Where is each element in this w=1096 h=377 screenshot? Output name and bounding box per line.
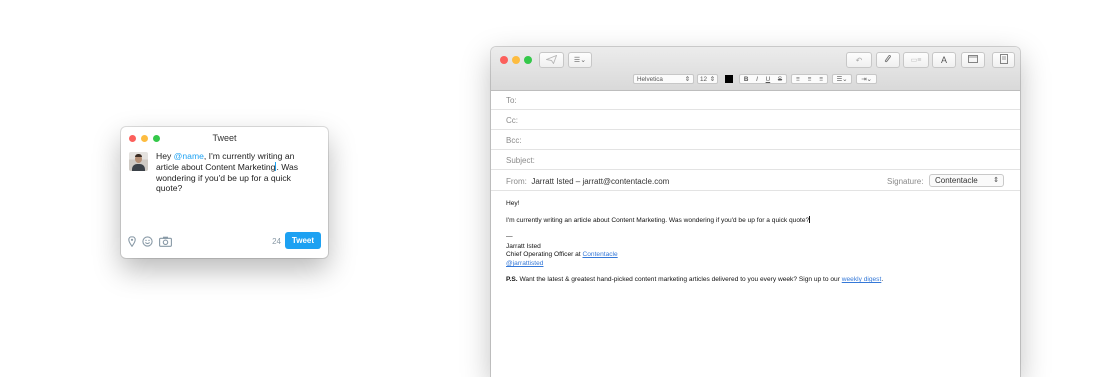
ps-line: P.S. Want the latest & greatest hand-pic… <box>506 276 884 283</box>
align-left-icon[interactable]: ≡ <box>796 76 800 83</box>
mail-compose-window: ☰⌄ ↶ ▭≡ A Helvetica ⇕ 12 ⇕ B I U S ≡ ≡ ≡… <box>491 47 1020 377</box>
photo-browser-button[interactable] <box>961 52 985 68</box>
close-button[interactable] <box>500 56 508 64</box>
from-label: From: Jarratt Isted – jarratt@contentacl… <box>506 177 670 186</box>
emoji-icon[interactable] <box>142 236 153 247</box>
signature-dash: — <box>506 233 513 240</box>
select-arrows-icon: ⇕ <box>709 75 715 83</box>
signature-select[interactable]: Contentacle ⇕ <box>929 174 1004 187</box>
window-icon <box>968 55 978 65</box>
select-arrows-icon: ⇕ <box>993 177 999 184</box>
list-chevron-icon: ☰⌄ <box>573 57 587 64</box>
document-icon <box>999 54 1008 66</box>
tweet-text-start: Hey <box>156 151 174 161</box>
greeting: Hey! <box>506 200 520 207</box>
to-field[interactable]: To: <box>491 90 1020 110</box>
to-label: To: <box>506 96 517 105</box>
color-swatch-icon <box>725 75 733 83</box>
indent-button[interactable]: ⇥⌄ <box>856 74 877 84</box>
align-right-icon[interactable]: ≡ <box>819 76 823 83</box>
select-arrows-icon: ⇕ <box>684 75 690 83</box>
show-format-bar-button[interactable]: ▭≡ <box>903 52 929 68</box>
font-size-select[interactable]: 12 ⇕ <box>697 74 718 84</box>
signature-role: Chief Operating Officer at Contentacle <box>506 251 618 258</box>
mail-toolbar: ☰⌄ ↶ ▭≡ A Helvetica ⇕ 12 ⇕ B I U S ≡ ≡ ≡… <box>491 47 1020 91</box>
minimize-button[interactable] <box>512 56 520 64</box>
list-button[interactable]: ☰⌄ <box>832 74 852 84</box>
signature-label: Signature: <box>887 177 924 186</box>
window-title: Tweet <box>212 133 237 143</box>
character-count: 24 <box>272 237 281 246</box>
font-family-select[interactable]: Helvetica ⇕ <box>633 74 694 84</box>
font-button[interactable]: A <box>932 52 956 68</box>
font-a-icon: A <box>940 55 947 65</box>
list-chevron-icon: ☰⌄ <box>836 75 848 83</box>
send-button[interactable] <box>539 52 564 68</box>
align-center-icon[interactable]: ≡ <box>808 76 812 83</box>
format-icon: ▭≡ <box>910 57 922 64</box>
attach-button[interactable] <box>876 52 900 68</box>
strikethrough-button[interactable]: S <box>778 76 782 83</box>
bold-button[interactable]: B <box>744 76 749 83</box>
italic-button[interactable]: I <box>756 76 758 83</box>
subject-field[interactable]: Subject: <box>491 150 1020 170</box>
tweet-tools <box>128 236 172 247</box>
from-value[interactable]: Jarratt Isted – jarratt@contentacle.com <box>531 177 669 186</box>
text-color-well[interactable] <box>724 74 734 84</box>
avatar <box>129 152 148 171</box>
tweet-button[interactable]: Tweet <box>284 232 321 249</box>
bcc-label: Bcc: <box>506 136 522 145</box>
subject-label: Subject: <box>506 156 535 165</box>
mention: @name <box>173 151 204 161</box>
weekly-digest-link[interactable]: weekly digest <box>842 276 882 283</box>
text-cursor <box>809 216 811 223</box>
signature-name: Jarratt Isted <box>506 243 541 250</box>
tweet-compose-field[interactable]: Hey @name, I'm currently writing an arti… <box>156 151 316 194</box>
bcc-field[interactable]: Bcc: <box>491 130 1020 150</box>
font-family-value: Helvetica <box>637 75 663 83</box>
body-line: I'm currently writing an article about C… <box>506 216 811 224</box>
tweet-window: Tweet Hey @name, I'm currently writing a… <box>121 127 328 258</box>
company-link[interactable]: Contentacle <box>582 251 617 258</box>
from-row: From: Jarratt Isted – jarratt@contentacl… <box>491 171 1020 191</box>
reply-arrow-icon: ↶ <box>855 55 863 65</box>
cc-field[interactable]: Cc: <box>491 110 1020 130</box>
alignment-group: ≡ ≡ ≡ <box>791 74 828 84</box>
zoom-button[interactable] <box>524 56 532 64</box>
header-fields-button[interactable]: ☰⌄ <box>568 52 592 68</box>
signature-handle: @jarrattisted <box>506 260 543 268</box>
indent-chevron-icon: ⇥⌄ <box>861 75 872 83</box>
send-icon <box>544 54 558 66</box>
text-style-group: B I U S <box>739 74 787 84</box>
cc-label: Cc: <box>506 116 518 125</box>
ps-label: P.S. <box>506 276 518 283</box>
camera-icon[interactable] <box>159 236 172 247</box>
signature-value: Contentacle <box>935 176 978 185</box>
paperclip-icon <box>884 54 892 67</box>
twitter-handle-link[interactable]: @jarrattisted <box>506 260 543 267</box>
font-size-value: 12 <box>700 75 708 83</box>
location-pin-icon[interactable] <box>128 236 136 247</box>
underline-button[interactable]: U <box>766 76 771 83</box>
reply-button[interactable]: ↶ <box>846 52 872 68</box>
stationery-button[interactable] <box>992 52 1015 68</box>
